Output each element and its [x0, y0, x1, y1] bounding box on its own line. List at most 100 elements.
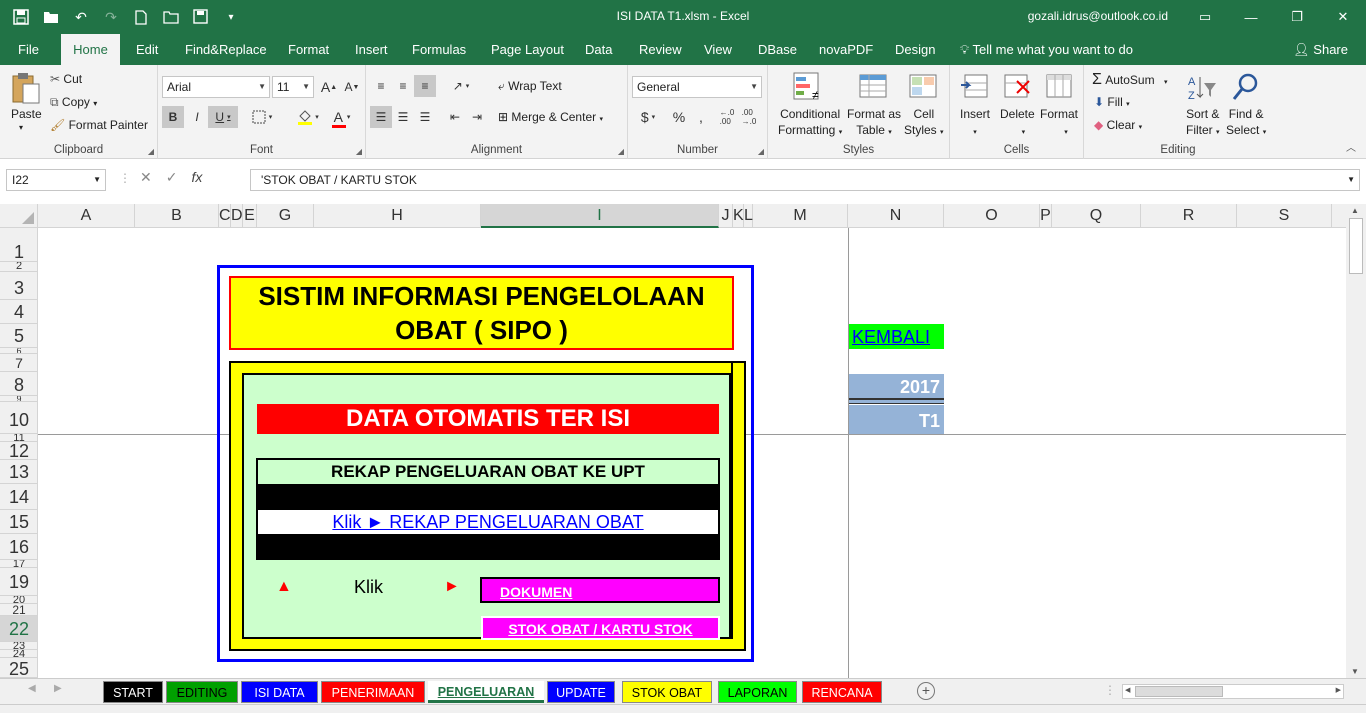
account-email[interactable]: gozali.idrus@outlook.co.id — [1028, 9, 1168, 23]
row-header-10[interactable]: 10 — [0, 406, 37, 434]
font-name-combo[interactable]: Arial ▼ — [162, 76, 270, 98]
bold-button[interactable]: B — [162, 106, 184, 128]
find-select-icon[interactable] — [1230, 71, 1262, 103]
sheet-tab-penerimaan[interactable]: PENERIMAAN — [321, 681, 425, 703]
column-header-p[interactable]: P — [1040, 204, 1052, 228]
row-header-3[interactable]: 3 — [0, 276, 37, 300]
fill-button[interactable]: ⬇ Fill ▾ — [1094, 95, 1130, 109]
paste-icon[interactable] — [10, 71, 42, 104]
number-dialog-launcher-icon[interactable]: ◢ — [758, 147, 764, 156]
align-center-icon[interactable]: ☰ — [392, 106, 414, 128]
format-as-table-icon[interactable] — [858, 71, 890, 103]
font-dialog-launcher-icon[interactable]: ◢ — [356, 147, 362, 156]
format-painter-button[interactable]: 🖌︎ Format Painter — [50, 118, 148, 132]
kembali-link[interactable]: KEMBALI — [849, 324, 944, 349]
format-button[interactable]: Format ▾ — [1040, 106, 1078, 141]
tab-dbase[interactable]: DBase — [748, 34, 807, 65]
format-cells-icon[interactable] — [1043, 71, 1075, 103]
sheet-tab-update[interactable]: UPDATE — [547, 681, 615, 703]
currency-icon[interactable]: $ ▾ — [634, 106, 662, 128]
column-header-i[interactable]: I — [481, 204, 719, 228]
row-header-1[interactable]: 1 — [0, 242, 37, 262]
insert-cells-icon[interactable] — [959, 71, 991, 103]
confirm-entry-icon[interactable]: ✓ — [166, 169, 178, 186]
horizontal-scroll-thumb[interactable] — [1135, 686, 1223, 697]
column-header-o[interactable]: O — [944, 204, 1040, 228]
sort-filter-button[interactable]: Sort & Filter ▾ — [1186, 106, 1220, 141]
tab-splitter-icon[interactable]: ⋮ — [1104, 683, 1116, 697]
align-top-icon[interactable]: ≡ — [370, 75, 392, 97]
tab-page-layout[interactable]: Page Layout — [481, 34, 574, 65]
decrease-decimal-icon[interactable]: .00 →.0 — [738, 106, 760, 128]
column-header-e[interactable]: E — [243, 204, 257, 228]
horizontal-scrollbar[interactable]: ◀ ▶ — [1122, 684, 1344, 699]
row-header-5[interactable]: 5 — [0, 324, 37, 348]
sheet-tab-pengeluaran[interactable]: PENGELUARAN — [428, 681, 544, 703]
align-right-icon[interactable]: ☰ — [414, 106, 436, 128]
column-header-d[interactable]: D — [231, 204, 243, 228]
tab-file[interactable]: File — [8, 34, 49, 65]
row-header-21[interactable]: 21 — [0, 604, 37, 616]
font-color-icon[interactable]: A ▾ — [326, 106, 358, 128]
sort-filter-icon[interactable]: AZ — [1186, 73, 1218, 105]
decrease-indent-icon[interactable]: ⇤ — [444, 106, 466, 128]
scroll-up-icon[interactable]: ▲ — [1351, 206, 1359, 215]
align-left-icon[interactable]: ☰ — [370, 106, 392, 128]
column-header-h[interactable]: H — [314, 204, 481, 228]
column-header-j[interactable]: J — [719, 204, 733, 228]
conditional-formatting-icon[interactable]: ≠ — [792, 71, 824, 103]
row-header-7[interactable]: 7 — [0, 354, 37, 372]
scroll-right-icon[interactable]: ▶ — [1336, 686, 1341, 694]
tab-formulas[interactable]: Formulas — [402, 34, 476, 65]
alignment-dialog-launcher-icon[interactable]: ◢ — [618, 147, 624, 156]
sheet-prev-icon[interactable]: ◀ — [28, 683, 36, 694]
conditional-formatting-button[interactable]: Conditional Formatting ▾ — [778, 106, 842, 141]
row-header-16[interactable]: 16 — [0, 534, 37, 560]
row-header-22[interactable]: 22 — [0, 616, 37, 642]
row-header-23[interactable]: 23 — [0, 642, 37, 650]
scroll-left-icon[interactable]: ◀ — [1125, 686, 1130, 694]
column-header-g[interactable]: G — [257, 204, 314, 228]
row-header-24[interactable]: 24 — [0, 650, 37, 658]
autosum-button[interactable]: Σ AutoSum ▾ — [1092, 71, 1167, 89]
borders-icon[interactable]: ▾ — [246, 106, 278, 128]
insert-function-icon[interactable]: fx — [191, 169, 202, 186]
add-sheet-icon[interactable]: + — [917, 682, 935, 700]
column-header-b[interactable]: B — [135, 204, 219, 228]
font-size-combo[interactable]: 11 ▼ — [272, 76, 314, 98]
ribbon-display-icon[interactable]: ▭ — [1182, 0, 1228, 34]
cut-button[interactable]: ✂ Cut — [50, 72, 82, 86]
paste-dropdown-icon[interactable]: ▾ — [19, 123, 23, 132]
grow-font-icon[interactable]: A ▲ — [318, 76, 340, 98]
row-header-13[interactable]: 13 — [0, 460, 37, 484]
share-button[interactable]: 👤︎ Share — [1285, 38, 1356, 62]
wrap-text-button[interactable]: ⤶ Wrap Text — [498, 79, 562, 94]
tell-me-box[interactable]: 💡︎ Tell me what you want to do — [950, 34, 1143, 65]
row-header-19[interactable]: 19 — [0, 568, 37, 596]
sheet-tab-laporan[interactable]: LAPORAN — [718, 681, 797, 703]
align-middle-icon[interactable]: ≡ — [392, 75, 414, 97]
row-header-9[interactable]: 9 — [0, 396, 37, 402]
clear-button[interactable]: ◆ Clear ▾ — [1094, 118, 1142, 132]
sheet-tab-editing[interactable]: EDITING — [166, 681, 238, 703]
sheet-next-icon[interactable]: ▶ — [54, 683, 62, 694]
increase-indent-icon[interactable]: ⇥ — [466, 106, 488, 128]
sheet-tab-isi-data[interactable]: ISI DATA — [241, 681, 318, 703]
underline-button[interactable]: U ▾ — [208, 106, 238, 128]
column-header-k[interactable]: K — [733, 204, 744, 228]
column-header-a[interactable]: A — [38, 204, 135, 228]
copy-button[interactable]: ⧉ Copy ▾ — [50, 95, 97, 110]
vertical-scroll-thumb[interactable] — [1349, 218, 1363, 274]
column-header-l[interactable]: L — [744, 204, 753, 228]
sheet-tab-start[interactable]: START — [103, 681, 163, 703]
paste-button[interactable]: Paste — [11, 107, 42, 121]
sheet-tab-stok-obat[interactable]: STOK OBAT — [622, 681, 712, 703]
column-header-c[interactable]: C — [219, 204, 231, 228]
find-select-button[interactable]: Find & Select ▾ — [1226, 106, 1266, 141]
restore-icon[interactable]: ❐ — [1274, 0, 1320, 34]
cancel-entry-icon[interactable]: ✕ — [140, 169, 152, 186]
number-format-combo[interactable]: General ▼ — [632, 76, 762, 98]
column-header-q[interactable]: Q — [1052, 204, 1141, 228]
insert-button[interactable]: Insert ▾ — [960, 106, 990, 141]
format-as-table-button[interactable]: Format as Table ▾ — [847, 106, 901, 141]
